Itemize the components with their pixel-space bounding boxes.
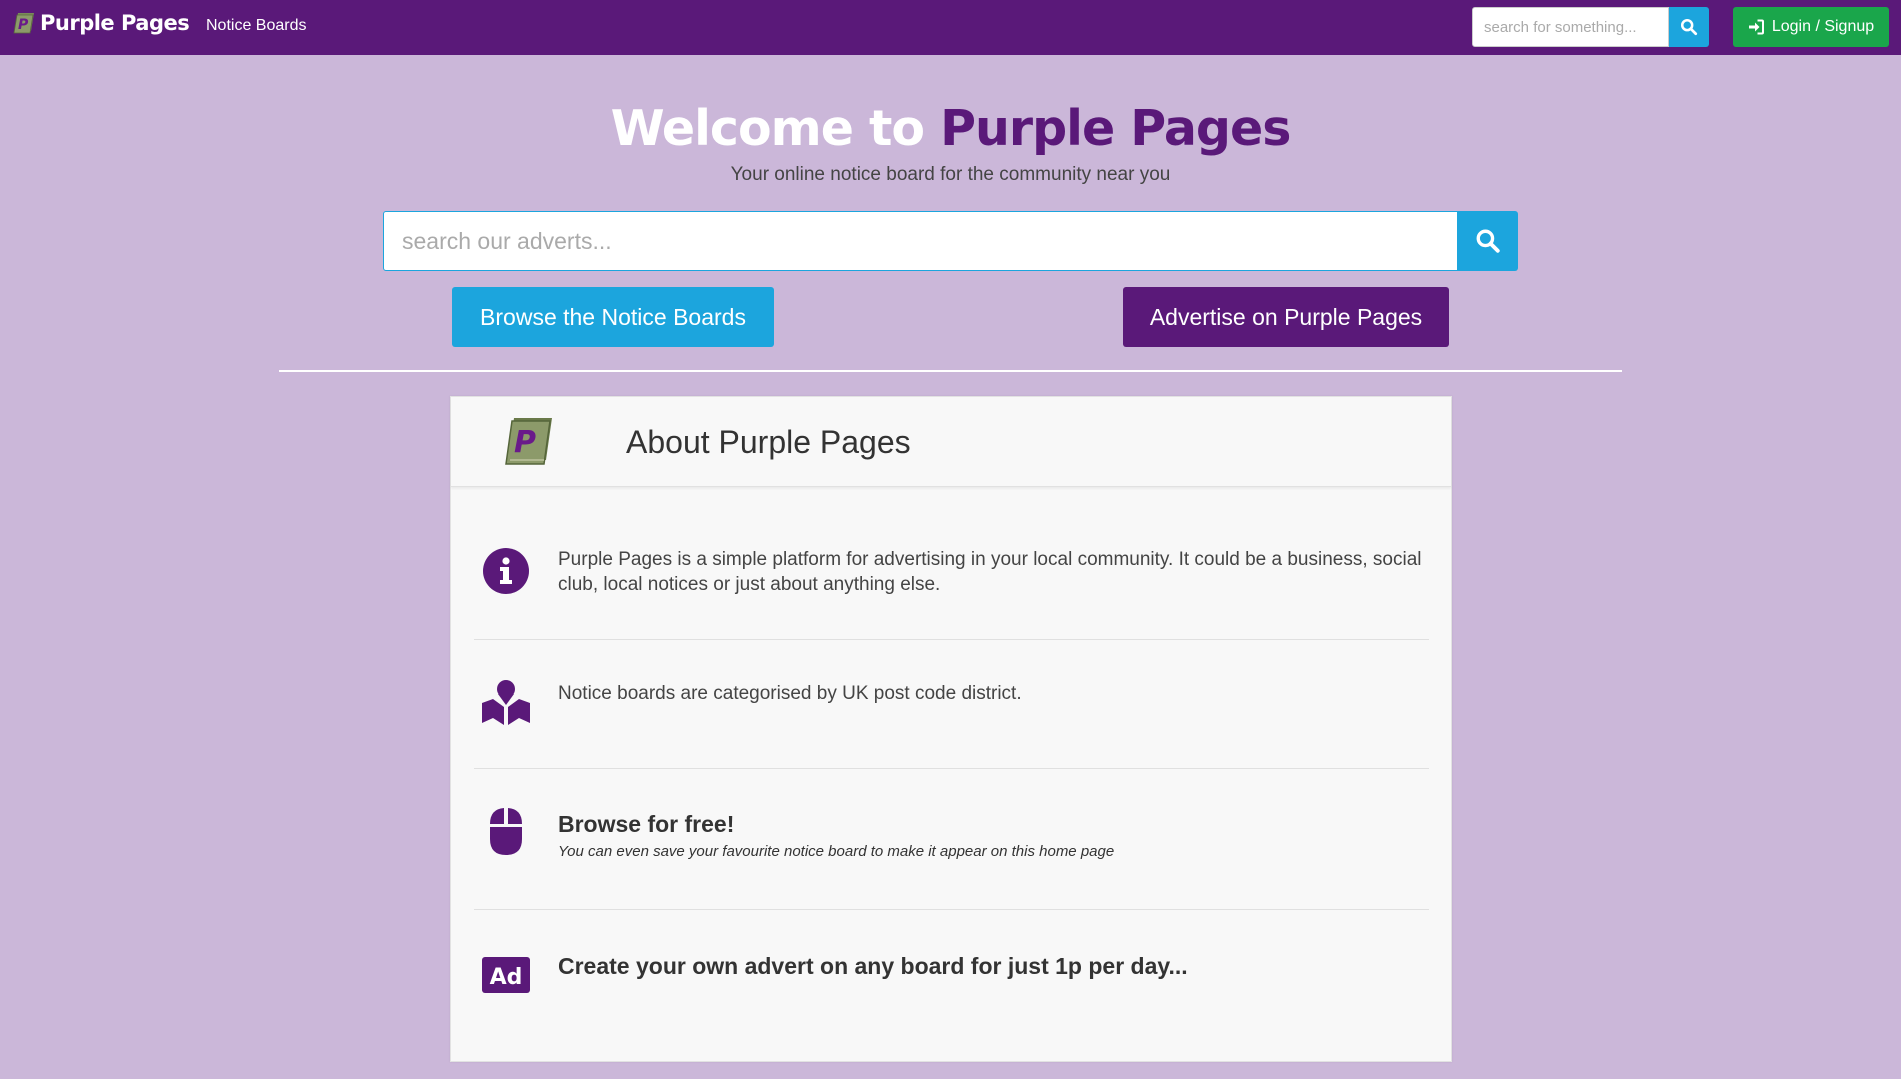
ad-icon-text: Ad bbox=[490, 965, 523, 990]
about-item-text: Notice boards are categorised by UK post… bbox=[558, 683, 1022, 704]
browse-notice-boards-button[interactable]: Browse the Notice Boards bbox=[452, 287, 774, 347]
map-icon bbox=[482, 680, 530, 725]
about-item-text: Purple Pages is a simple platform for ad… bbox=[558, 549, 1422, 595]
hero-title-prefix: Welcome to bbox=[610, 100, 925, 157]
ad-icon: Ad bbox=[482, 957, 530, 993]
navbar-search-button[interactable] bbox=[1669, 7, 1709, 47]
row-divider bbox=[474, 639, 1429, 640]
navbar-search-input[interactable] bbox=[1472, 7, 1669, 47]
svg-text:P: P bbox=[514, 425, 536, 460]
search-icon bbox=[1680, 18, 1698, 36]
about-item-heading: Browse for free! bbox=[558, 811, 735, 837]
mouse-icon bbox=[490, 808, 522, 855]
login-signup-label: Login / Signup bbox=[1771, 18, 1875, 35]
advertise-button[interactable]: Advertise on Purple Pages bbox=[1123, 287, 1449, 347]
hero-title: Welcome to Purple Pages bbox=[0, 100, 1901, 157]
about-card-header: P About Purple Pages bbox=[451, 397, 1451, 487]
top-navbar: P Purple Pages Notice Boards Login / Sig… bbox=[0, 0, 1901, 55]
hero-title-brand: Purple Pages bbox=[940, 100, 1291, 157]
info-icon bbox=[483, 548, 529, 594]
advert-search-button[interactable] bbox=[1458, 211, 1518, 271]
nav-link-notice-boards[interactable]: Notice Boards bbox=[206, 17, 307, 35]
brand-logo-icon: P bbox=[13, 13, 34, 34]
row-divider bbox=[474, 768, 1429, 769]
brand-link[interactable]: P Purple Pages bbox=[12, 11, 190, 35]
sign-in-icon bbox=[1748, 19, 1764, 35]
about-card: P About Purple Pages Purple Pages is a s… bbox=[450, 396, 1452, 1062]
section-divider bbox=[279, 370, 1622, 372]
svg-text:P: P bbox=[18, 17, 29, 33]
hero-subtitle: Your online notice board for the communi… bbox=[730, 164, 1171, 185]
about-item-heading: Create your own advert on any board for … bbox=[558, 953, 1188, 979]
advert-search-input[interactable] bbox=[383, 211, 1458, 271]
about-card-title: About Purple Pages bbox=[626, 424, 911, 460]
row-divider bbox=[474, 909, 1429, 910]
search-icon bbox=[1476, 229, 1500, 253]
purple-pages-logo-icon: P bbox=[505, 418, 552, 465]
login-signup-button[interactable]: Login / Signup bbox=[1733, 7, 1889, 47]
brand-name: Purple Pages bbox=[40, 11, 190, 35]
about-item-note: You can even save your favourite notice … bbox=[558, 843, 1115, 860]
